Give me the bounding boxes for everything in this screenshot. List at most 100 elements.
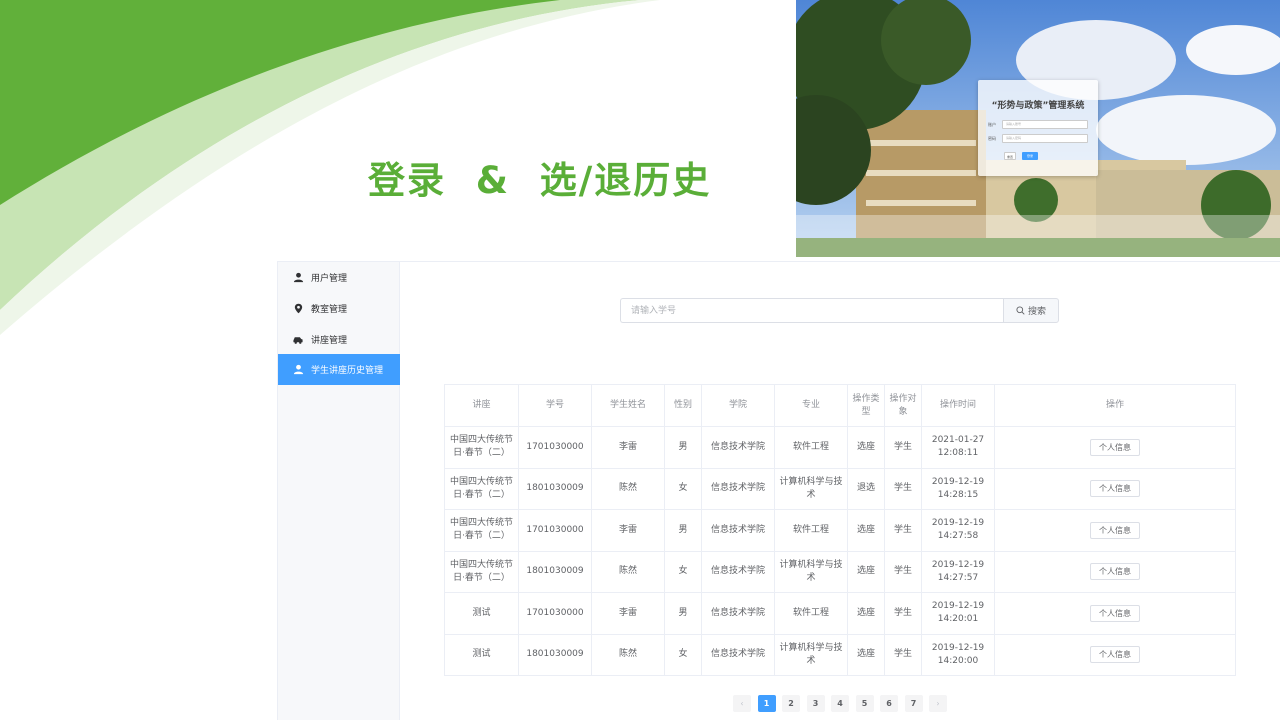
cell-college: 信息技术学院 [701,550,775,593]
sidebar-item-classrooms[interactable]: 教室管理 [278,293,400,324]
user-icon [292,364,304,376]
cell-college: 信息技术学院 [701,426,775,469]
login-pass-label: 密码 [988,136,996,141]
login-screenshot-photo: “形势与政策”管理系统 账户 请输入账号 密码 请输入密码 重置 登录 [796,0,1280,257]
header-lecture[interactable]: 讲座 [444,384,519,427]
cell-operation-target: 学生 [884,467,922,510]
pagination-prev-button[interactable]: ‹ [733,695,751,712]
login-submit-button[interactable]: 登录 [1022,152,1038,160]
sidebar-item-label: 讲座管理 [311,336,348,346]
cell-student-name: 李雷 [591,426,665,469]
pagination-page-6[interactable]: 6 [880,695,898,712]
personal-info-button[interactable]: 个人信息 [1090,480,1140,498]
cell-operation-target: 学生 [884,426,922,469]
pagination-page-5[interactable]: 5 [855,695,874,712]
header-student-name[interactable]: 学生姓名 [591,384,665,427]
cell-student-id: 1801030009 [518,550,592,593]
cell-actions: 个人信息 [994,426,1236,469]
cell-operation-time: 2019-12-19 14:28:15 [921,467,995,510]
sidebar-item-label: 教室管理 [311,305,348,315]
personal-info-button[interactable]: 个人信息 [1090,521,1140,539]
header-gender[interactable]: 性别 [664,384,702,427]
header-major[interactable]: 专业 [774,384,848,427]
personal-info-button[interactable]: 个人信息 [1090,604,1140,622]
table-row: 测试 1801030009 陈然 女 信息技术学院 计算机科学与技术 选座 学生… [444,633,1236,676]
cell-gender: 女 [664,550,702,593]
table-row: 中国四大传统节日·春节（二） 1701030000 李雷 男 信息技术学院 软件… [444,509,1236,552]
cell-major: 软件工程 [774,426,848,469]
search-button[interactable]: 搜索 [1003,298,1059,323]
search-button-label: 搜索 [1027,307,1046,317]
header-operation-time[interactable]: 操作时间 [921,384,995,427]
personal-info-button[interactable]: 个人信息 [1090,563,1140,581]
header-actions[interactable]: 操作 [994,384,1236,427]
login-title: “形势与政策”管理系统 [991,101,1085,111]
login-card: “形势与政策”管理系统 账户 请输入账号 密码 请输入密码 重置 登录 [978,80,1098,176]
app-window: 用户管理 教室管理 讲座管理 学生讲座历史管理 搜索 [277,261,1280,720]
sidebar-item-lectures[interactable]: 讲座管理 [278,324,400,355]
cell-gender: 女 [664,467,702,510]
header-college[interactable]: 学院 [701,384,775,427]
sidebar-item-users[interactable]: 用户管理 [278,262,400,293]
cell-actions: 个人信息 [994,592,1236,635]
cell-gender: 男 [664,509,702,552]
pagination-page-3[interactable]: 3 [806,695,825,712]
cell-major: 计算机科学与技术 [774,550,848,593]
search-icon [1016,306,1025,315]
cell-operation-target: 学生 [884,509,922,552]
pagination-page-4[interactable]: 4 [831,695,849,712]
pagination-next-button[interactable]: › [929,695,947,712]
login-user-input[interactable]: 请输入账号 [1002,120,1088,129]
cell-student-name: 陈然 [591,467,665,510]
cell-operation-type: 选座 [847,426,885,469]
table-row: 中国四大传统节日·春节（二） 1801030009 陈然 女 信息技术学院 计算… [444,550,1236,593]
cell-gender: 男 [664,592,702,635]
cell-operation-time: 2019-12-19 14:27:58 [921,509,995,552]
cell-student-id: 1701030000 [518,592,592,635]
slide-title: 登录 & 选/退历史 [368,159,712,202]
cell-operation-type: 选座 [847,550,885,593]
cell-student-name: 李雷 [591,509,665,552]
cell-major: 计算机科学与技术 [774,633,848,676]
cell-actions: 个人信息 [994,633,1236,676]
cell-operation-time: 2019-12-19 14:20:00 [921,633,995,676]
table-row: 中国四大传统节日·春节（二） 1801030009 陈然 女 信息技术学院 计算… [444,467,1236,510]
header-operation-target[interactable]: 操作对象 [884,384,922,427]
personal-info-button[interactable]: 个人信息 [1090,438,1140,456]
sidebar-item-lecture-history[interactable]: 学生讲座历史管理 [278,354,400,385]
cell-student-id: 1801030009 [518,467,592,510]
cell-operation-type: 选座 [847,633,885,676]
cell-operation-time: 2021-01-27 12:08:11 [921,426,995,469]
cell-gender: 女 [664,633,702,676]
cell-major: 软件工程 [774,592,848,635]
sidebar-item-label: 学生讲座历史管理 [311,366,384,376]
pagination-page-1[interactable]: 1 [757,695,776,712]
pagination-page-7[interactable]: 7 [904,695,923,712]
cell-operation-target: 学生 [884,592,922,635]
cell-actions: 个人信息 [994,467,1236,510]
header-student-id[interactable]: 学号 [518,384,592,427]
cell-lecture: 中国四大传统节日·春节（二） [444,467,519,510]
cell-college: 信息技术学院 [701,592,775,635]
sidebar-item-label: 用户管理 [311,274,348,284]
cell-actions: 个人信息 [994,509,1236,552]
table-header-row: 讲座 学号 学生姓名 性别 学院 专业 操作类型 操作对象 操作时间 操作 [444,384,1236,427]
cell-student-name: 陈然 [591,633,665,676]
cell-college: 信息技术学院 [701,467,775,510]
cell-lecture: 测试 [444,592,519,635]
search-input[interactable] [620,298,1003,323]
cell-operation-time: 2019-12-19 14:20:01 [921,592,995,635]
login-user-label: 账户 [988,122,996,127]
login-user-row: 账户 请输入账号 [988,120,1088,129]
personal-info-button[interactable]: 个人信息 [1090,646,1140,664]
cell-actions: 个人信息 [994,550,1236,593]
cell-lecture: 中国四大传统节日·春节（二） [444,509,519,552]
cell-student-id: 1701030000 [518,426,592,469]
header-operation-type[interactable]: 操作类型 [847,384,885,427]
login-pass-input[interactable]: 请输入密码 [1002,134,1088,143]
login-reset-button[interactable]: 重置 [1004,152,1016,160]
table-row: 中国四大传统节日·春节（二） 1701030000 李雷 男 信息技术学院 软件… [444,426,1236,469]
cell-college: 信息技术学院 [701,633,775,676]
cell-college: 信息技术学院 [701,509,775,552]
pagination-page-2[interactable]: 2 [782,695,800,712]
